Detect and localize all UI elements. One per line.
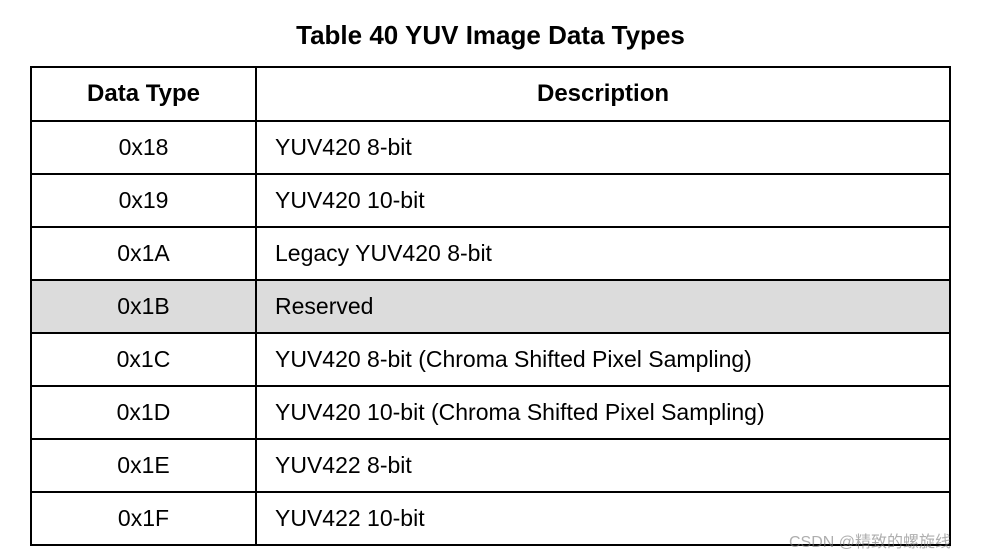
cell-data-type: 0x1E	[31, 439, 256, 492]
data-type-table: Data Type Description 0x18 YUV420 8-bit …	[30, 66, 951, 546]
cell-data-type: 0x1B	[31, 280, 256, 333]
table-row: 0x1A Legacy YUV420 8-bit	[31, 227, 950, 280]
table-row: 0x18 YUV420 8-bit	[31, 121, 950, 174]
cell-description: YUV420 8-bit	[256, 121, 950, 174]
cell-data-type: 0x18	[31, 121, 256, 174]
cell-description: Reserved	[256, 280, 950, 333]
cell-data-type: 0x1C	[31, 333, 256, 386]
cell-description: YUV420 10-bit	[256, 174, 950, 227]
cell-description: YUV420 8-bit (Chroma Shifted Pixel Sampl…	[256, 333, 950, 386]
table-row: 0x1E YUV422 8-bit	[31, 439, 950, 492]
cell-description: YUV420 10-bit (Chroma Shifted Pixel Samp…	[256, 386, 950, 439]
cell-data-type: 0x1A	[31, 227, 256, 280]
header-description: Description	[256, 67, 950, 121]
cell-description: Legacy YUV420 8-bit	[256, 227, 950, 280]
table-row: 0x1D YUV420 10-bit (Chroma Shifted Pixel…	[31, 386, 950, 439]
header-data-type: Data Type	[31, 67, 256, 121]
table-title: Table 40 YUV Image Data Types	[30, 20, 951, 51]
table-row: 0x1C YUV420 8-bit (Chroma Shifted Pixel …	[31, 333, 950, 386]
table-row-reserved: 0x1B Reserved	[31, 280, 950, 333]
watermark-text: CSDN @精致的螺旋线	[789, 528, 951, 552]
table-header-row: Data Type Description	[31, 67, 950, 121]
table-body: 0x18 YUV420 8-bit 0x19 YUV420 10-bit 0x1…	[31, 121, 950, 545]
cell-data-type: 0x19	[31, 174, 256, 227]
cell-description: YUV422 8-bit	[256, 439, 950, 492]
cell-data-type: 0x1D	[31, 386, 256, 439]
table-row: 0x19 YUV420 10-bit	[31, 174, 950, 227]
cell-data-type: 0x1F	[31, 492, 256, 545]
